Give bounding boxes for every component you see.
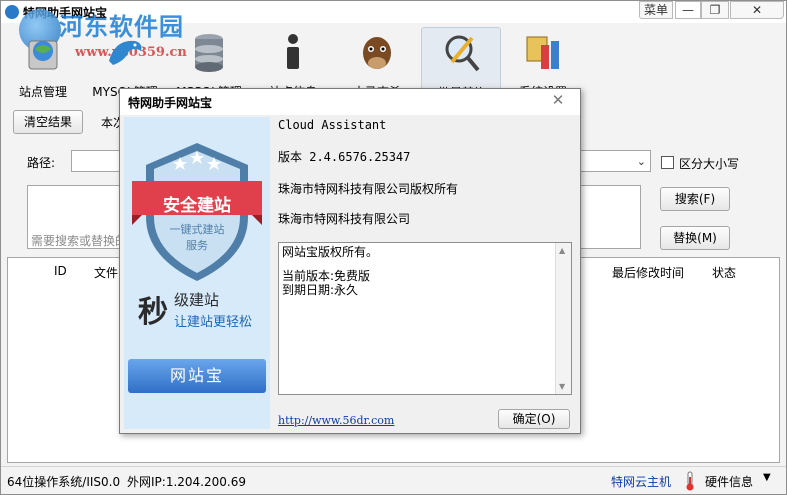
case-sensitive-checkbox[interactable]: [661, 156, 674, 169]
banner-product-button[interactable]: 网站宝: [128, 359, 266, 393]
site-icon: [28, 40, 58, 70]
status-bar: 64位操作系统/IIS0.0 外网IP:1.204.200.69 特网云主机 硬…: [1, 466, 786, 494]
website-link[interactable]: http://www.56dr.com: [278, 414, 394, 427]
caret-down-icon[interactable]: ▼: [763, 472, 771, 483]
chevron-down-icon[interactable]: ⌄: [637, 155, 646, 168]
cloud-host-link[interactable]: 特网云主机: [611, 473, 671, 490]
scroll-down-icon[interactable]: ▼: [559, 382, 565, 391]
banner-ribbon-text: 安全建站: [163, 196, 231, 216]
info-icon: [287, 34, 299, 69]
magnifier-pencil-icon: [445, 35, 480, 72]
close-icon: ✕: [751, 3, 763, 17]
case-sensitive-label: 区分大小写: [679, 157, 740, 171]
copyright-text: 珠海市特网科技有限公司版权所有: [278, 182, 459, 196]
search-button-label: 搜索(F): [674, 192, 716, 206]
minimize-button[interactable]: —: [675, 1, 701, 19]
clear-results-label: 清空结果: [23, 115, 72, 129]
menu-label: 菜单: [643, 3, 668, 17]
mysql-dolphin-icon: [109, 40, 142, 65]
main-window: 特网助手网站宝 菜单 — ❐ ✕ 河东软件园 www.pc0359.cn 站点管…: [0, 0, 787, 495]
external-ip: 外网IP:1.204.200.69: [127, 475, 246, 489]
banner-slogan-line2: 让建站更轻松: [174, 315, 253, 330]
banner-big-char: 秒: [138, 295, 168, 330]
settings-icon: [526, 36, 559, 69]
license-line: 到期日期:永久: [282, 283, 359, 297]
license-scrollbar[interactable]: ▲ ▼: [555, 243, 571, 394]
horse-icon: [363, 37, 391, 69]
column-header-modified[interactable]: 最后修改时间: [612, 264, 684, 281]
minimize-icon: —: [682, 3, 694, 17]
app-logo-icon: [5, 5, 19, 19]
menu-button[interactable]: 菜单: [639, 1, 673, 19]
company-text: 珠海市特网科技有限公司: [278, 212, 411, 226]
banner-shield-line1: 一键式建站: [169, 223, 225, 236]
os-info: 64位操作系统/IIS0.0: [7, 475, 121, 489]
version-text: 版本 2.4.6576.25347: [278, 150, 411, 164]
search-button[interactable]: 搜索(F): [660, 187, 730, 211]
banner-slogan-line1: 级建站: [174, 291, 220, 309]
promo-banner: 安全建站 一键式建站 服务 秒 级建站 让建站更轻松 网站宝: [124, 117, 270, 429]
close-button[interactable]: ✕: [730, 1, 784, 19]
maximize-icon: ❐: [709, 3, 721, 17]
license-line: 网站宝版权所有。: [282, 245, 379, 259]
column-header-id[interactable]: ID: [54, 264, 67, 278]
replace-button-label: 替换(M): [673, 231, 717, 245]
search-placeholder: 需要搜索或替换的: [31, 234, 128, 248]
banner-shield-line2: 服务: [186, 239, 208, 252]
path-label: 路径:: [27, 156, 56, 170]
thermometer-icon: [686, 471, 694, 491]
about-dialog-title: 特网助手网站宝: [128, 96, 213, 110]
replace-button[interactable]: 替换(M): [660, 226, 730, 250]
column-header-file[interactable]: 文件: [94, 264, 118, 281]
close-icon[interactable]: ✕: [550, 93, 566, 109]
clear-results-button[interactable]: 清空结果: [13, 110, 83, 134]
license-textarea[interactable]: 网站宝版权所有。 当前版本:免费版 到期日期:永久 ▲ ▼: [278, 242, 572, 395]
hardware-info-button[interactable]: 硬件信息: [705, 473, 753, 490]
database-icon: [195, 34, 223, 72]
toolbar-site-management[interactable]: 站点管理: [3, 27, 83, 99]
about-dialog: 特网助手网站宝 ✕ 安全建站 一键式建站 服务 秒 级建站 让建站更轻松 网站宝…: [119, 88, 581, 434]
toolbar-label: 站点管理: [18, 85, 67, 99]
scroll-up-icon[interactable]: ▲: [559, 246, 565, 255]
maximize-button[interactable]: ❐: [701, 1, 729, 19]
product-name: Cloud Assistant: [278, 118, 387, 132]
license-line: 当前版本:免费版: [282, 269, 371, 283]
ok-button-label: 确定(O): [512, 412, 556, 426]
column-header-status[interactable]: 状态: [712, 264, 736, 281]
ok-button[interactable]: 确定(O): [498, 409, 570, 429]
about-dialog-titlebar: 特网助手网站宝 ✕: [120, 89, 580, 115]
